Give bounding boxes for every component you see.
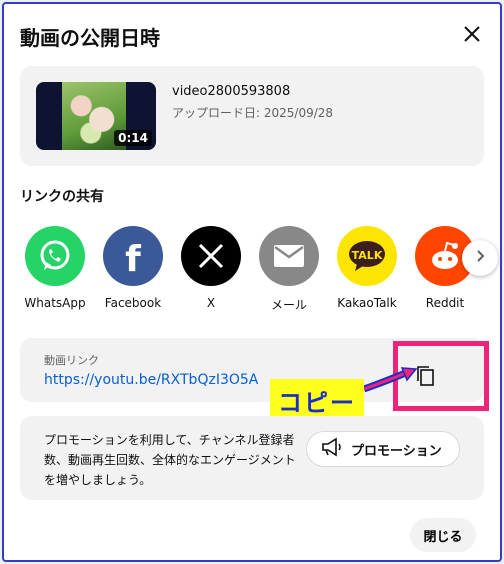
video-link-url[interactable]: https://youtu.be/RXTbQzI3O5A bbox=[44, 372, 258, 388]
x-icon bbox=[181, 226, 241, 286]
video-link-label: 動画リンク bbox=[44, 354, 99, 367]
megaphone-icon bbox=[321, 437, 343, 461]
facebook-icon: f bbox=[103, 226, 163, 286]
promotion-description: プロモーションを利用して、チャンネル登録者数、動画再生回数、全体的なエンゲージメ… bbox=[44, 433, 296, 487]
close-button[interactable]: 閉じる bbox=[410, 518, 476, 552]
share-heading: リンクの共有 bbox=[20, 189, 104, 205]
next-share-button[interactable] bbox=[462, 240, 498, 276]
share-item-label: Reddit bbox=[425, 296, 465, 310]
kakaotalk-icon: TALK bbox=[337, 226, 397, 286]
share-item-label: KakaoTalk bbox=[337, 296, 397, 310]
dialog-title: 動画の公開日時 bbox=[20, 26, 160, 50]
promotion-button-label: プロモーション bbox=[351, 443, 442, 459]
video-thumbnail[interactable]: 0:14 bbox=[36, 82, 156, 150]
share-facebook[interactable]: f Facebook bbox=[98, 226, 168, 310]
share-item-label: X bbox=[206, 296, 216, 310]
share-row: WhatsApp f Facebook X メール TALK KakaoTalk bbox=[20, 226, 490, 322]
mail-icon bbox=[259, 226, 319, 286]
share-item-label: Facebook bbox=[104, 296, 162, 310]
close-icon[interactable] bbox=[458, 20, 486, 48]
share-kakaotalk[interactable]: TALK KakaoTalk bbox=[332, 226, 402, 310]
share-item-label: メール bbox=[270, 298, 307, 312]
copy-highlight-box bbox=[393, 341, 489, 411]
upload-date: アップロード日: 2025/09/28 bbox=[172, 106, 334, 120]
svg-text:TALK: TALK bbox=[352, 249, 383, 262]
promotion-box: プロモーションを利用して、チャンネル登録者数、動画再生回数、全体的なエンゲージメ… bbox=[20, 416, 484, 500]
share-item-label: WhatsApp bbox=[24, 296, 86, 310]
video-card: 0:14 video2800593808 アップロード日: 2025/09/28 bbox=[20, 66, 484, 166]
publish-date-dialog: 動画の公開日時 0:14 video2800593808 アップロード日: 20… bbox=[2, 2, 502, 562]
share-whatsapp[interactable]: WhatsApp bbox=[20, 226, 90, 310]
video-title: video2800593808 bbox=[172, 84, 291, 99]
chevron-right-icon bbox=[472, 248, 488, 268]
share-email[interactable]: メール bbox=[254, 226, 324, 313]
whatsapp-icon bbox=[25, 226, 85, 286]
promotion-button[interactable]: プロモーション bbox=[306, 431, 460, 467]
duration-badge: 0:14 bbox=[114, 130, 152, 146]
share-x[interactable]: X bbox=[176, 226, 246, 310]
